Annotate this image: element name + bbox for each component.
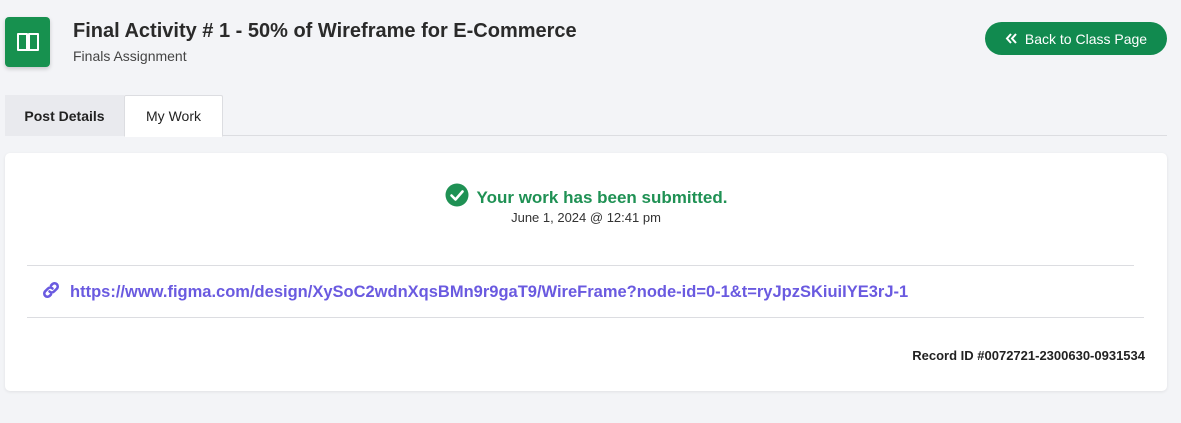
page-title: Final Activity # 1 - 50% of Wireframe fo…	[73, 20, 577, 42]
tab-post-details[interactable]: Post Details	[5, 95, 124, 136]
back-to-class-button[interactable]: Back to Class Page	[985, 22, 1167, 55]
divider	[27, 317, 1144, 318]
submission-card: Your work has been submitted. June 1, 20…	[5, 153, 1167, 391]
submitted-link-url[interactable]: https://www.figma.com/design/XySoC2wdnXq…	[70, 283, 908, 302]
submitted-link[interactable]: https://www.figma.com/design/XySoC2wdnXq…	[41, 280, 908, 305]
check-circle-icon	[445, 183, 469, 212]
double-chevron-left-icon	[1005, 31, 1017, 47]
submission-status: Your work has been submitted.	[5, 183, 1167, 212]
divider	[27, 265, 1134, 266]
open-book-icon	[5, 17, 50, 67]
status-message: Your work has been submitted.	[476, 187, 728, 207]
link-icon	[41, 280, 61, 305]
tab-bar: Post Details My Work	[5, 95, 1167, 137]
page-header: Final Activity # 1 - 50% of Wireframe fo…	[0, 0, 1181, 90]
tab-my-work[interactable]: My Work	[124, 95, 223, 137]
back-button-label: Back to Class Page	[1024, 30, 1148, 47]
page-subtitle: Finals Assignment	[73, 48, 187, 64]
submission-date: June 1, 2024 @ 12:41 pm	[511, 210, 661, 225]
record-id: Record ID #0072721-2300630-0931534	[912, 348, 1145, 363]
